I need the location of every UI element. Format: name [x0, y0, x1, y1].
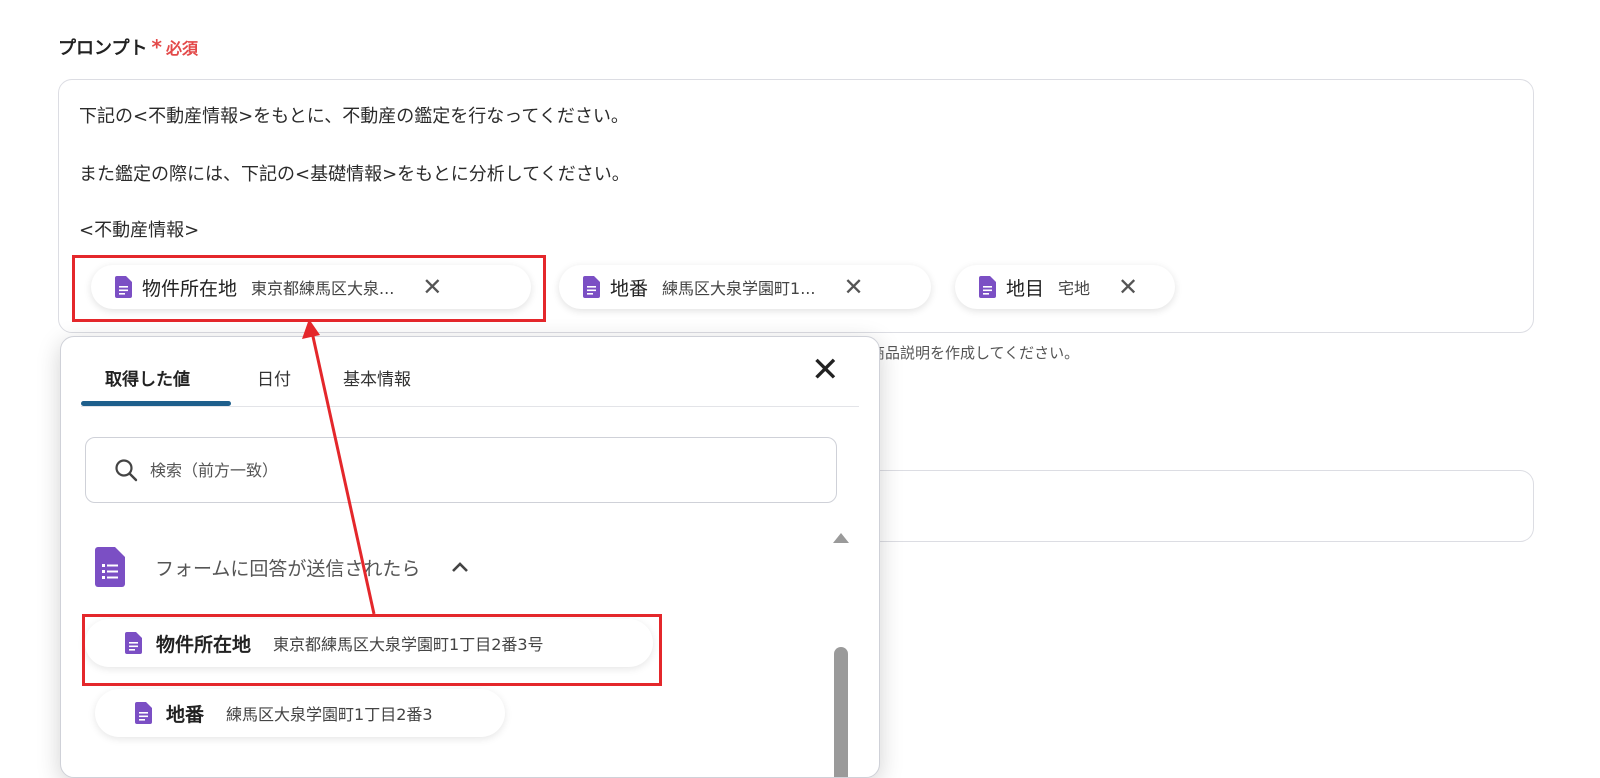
annotation-arrow [302, 319, 376, 615]
